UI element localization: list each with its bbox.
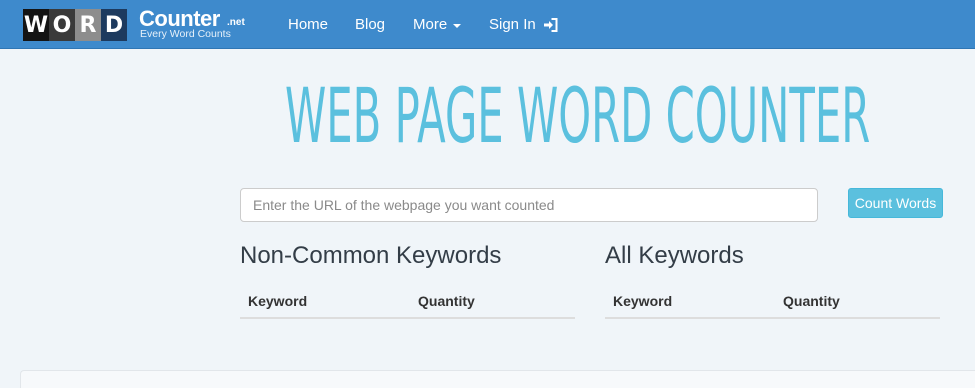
non-common-keywords-panel: Non-Common Keywords Keyword Quantity	[240, 240, 575, 319]
logo-tile: D	[101, 9, 127, 41]
logo-word-tiles: W O R D	[23, 9, 127, 41]
nav-blog-label: Blog	[355, 16, 386, 33]
all-keywords-table: Keyword Quantity	[605, 285, 940, 319]
keyword-column-header: Keyword	[240, 285, 410, 319]
nav-signin-label: Sign In	[489, 16, 536, 33]
site-logo[interactable]: W O R D Counter .net Every Word Counts	[23, 5, 253, 41]
quantity-column-header: Quantity	[410, 285, 575, 319]
logo-tile: W	[23, 9, 49, 41]
logo-tile: R	[75, 9, 101, 41]
logo-tile: O	[49, 9, 75, 41]
page-title: WEB PAGE WORD COUNTER	[285, 72, 895, 160]
nav-more-dropdown[interactable]: More	[413, 0, 462, 49]
url-input[interactable]	[240, 188, 818, 222]
non-common-keywords-heading: Non-Common Keywords	[240, 242, 502, 269]
top-navbar: W O R D Counter .net Every Word Counts H…	[0, 0, 975, 49]
page-title-text: WEB PAGE WORD COUNTER	[285, 72, 871, 161]
logo-tagline: Every Word Counts	[140, 28, 231, 40]
non-common-keywords-table: Keyword Quantity	[240, 285, 575, 319]
keyword-column-header: Keyword	[605, 285, 775, 319]
table-header-row: Keyword Quantity	[240, 285, 575, 319]
quantity-column-header: Quantity	[775, 285, 940, 319]
logo-tld: .net	[227, 17, 245, 28]
nav-home-link[interactable]: Home	[288, 0, 328, 49]
content-card-edge	[20, 370, 975, 388]
all-keywords-heading: All Keywords	[605, 242, 744, 269]
sign-in-icon	[543, 17, 558, 32]
all-keywords-panel: All Keywords Keyword Quantity	[605, 240, 940, 319]
caret-down-icon	[453, 23, 462, 28]
count-words-button[interactable]: Count Words	[848, 188, 943, 218]
nav-blog-link[interactable]: Blog	[355, 0, 385, 49]
nav-signin-link[interactable]: Sign In	[489, 0, 558, 49]
table-header-row: Keyword Quantity	[605, 285, 940, 319]
nav-more-label: More	[413, 16, 448, 33]
nav-home-label: Home	[288, 16, 329, 33]
